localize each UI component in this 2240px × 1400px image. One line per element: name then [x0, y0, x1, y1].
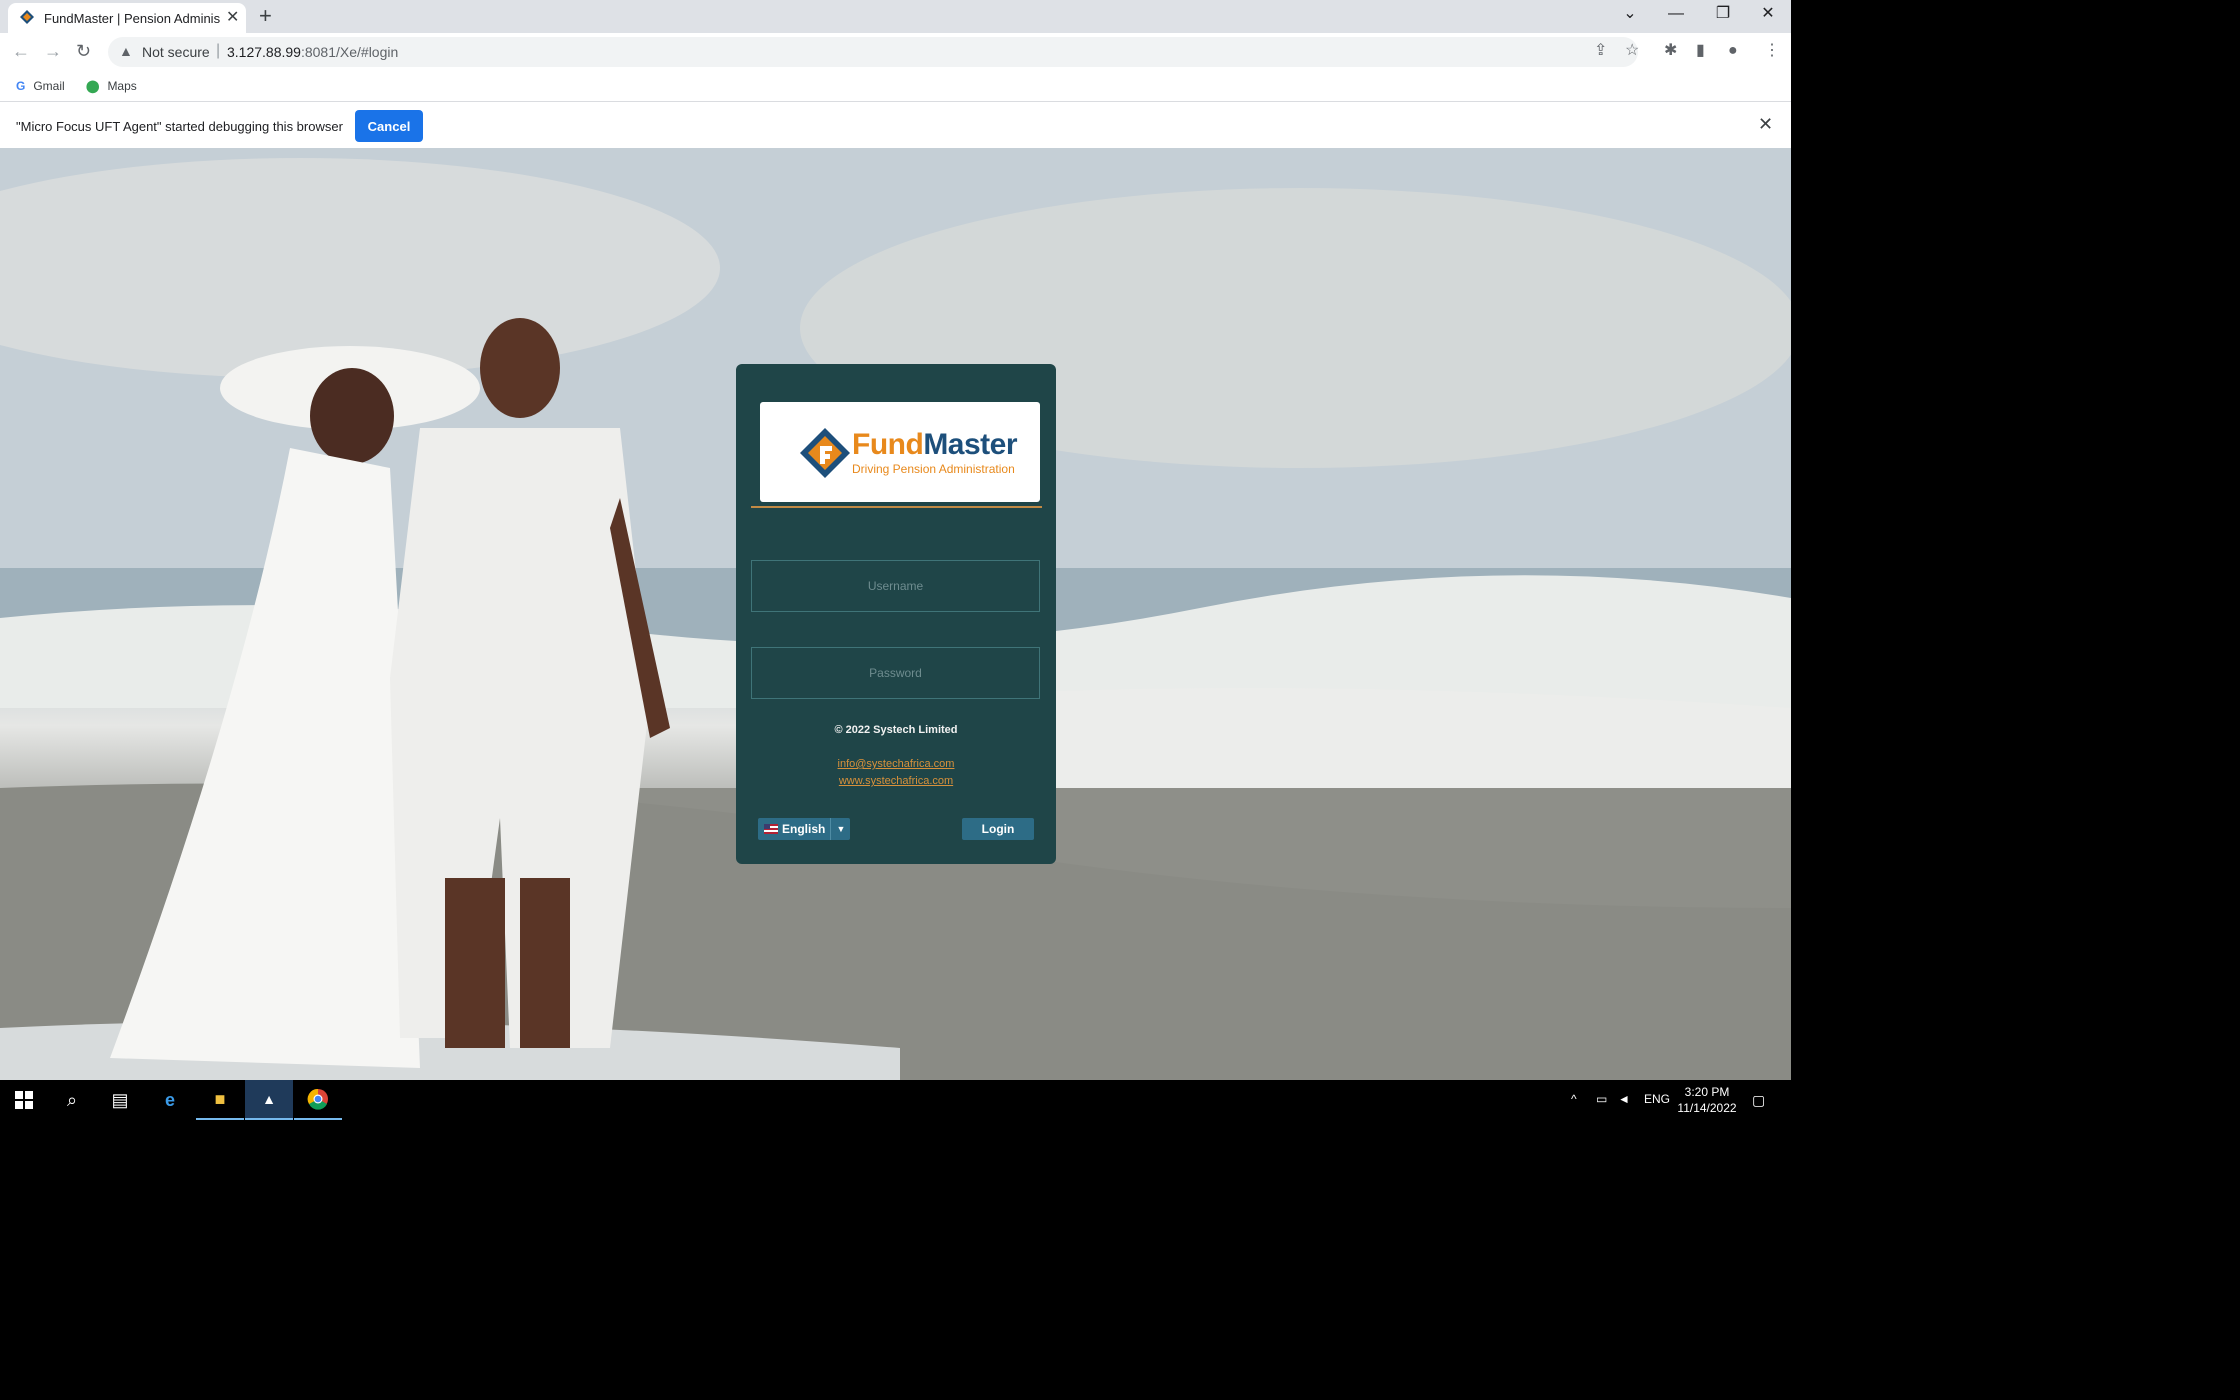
address-separator: | [216, 42, 221, 59]
language-select[interactable]: English ▼ [758, 818, 850, 840]
notifications-icon[interactable]: ▢ [1752, 1092, 1765, 1109]
restore-icon[interactable]: ❐ [1711, 4, 1735, 24]
login-button[interactable]: Login [962, 818, 1034, 840]
bookmark-label: Maps [107, 79, 137, 93]
address-bar[interactable]: ▲ Not secure | 3.127.88.99:8081/Xe/#logi… [108, 37, 1638, 67]
logo-word-fund: Fund [852, 428, 924, 461]
forward-icon[interactable]: → [44, 40, 62, 62]
volume-icon[interactable]: ◄ [1618, 1092, 1630, 1106]
windows-logo-icon [15, 1091, 33, 1109]
app-icon[interactable]: ▲ [245, 1080, 293, 1120]
back-icon[interactable]: ← [12, 40, 30, 62]
clock-date: 11/14/2022 [1677, 1101, 1737, 1115]
chrome-logo [307, 1088, 328, 1110]
url-path: :8081/Xe/#login [300, 44, 399, 60]
copyright-text: © 2022 Systech Limited [834, 724, 958, 736]
warning-icon: ▲ [119, 43, 133, 59]
bookmark-star-icon[interactable]: ☆ [1625, 42, 1639, 60]
fundmaster-logo: FundMaster Driving Pension Administratio… [760, 402, 1040, 502]
chevron-down-icon[interactable]: ▼ [830, 818, 851, 840]
maps-pin-icon: ⬤ [86, 79, 100, 93]
website-link[interactable]: www.systechafrica.com [736, 775, 1056, 787]
menu-icon[interactable]: ⋮ [1764, 42, 1780, 60]
windows-taskbar: ⌕ ▤ e ■ ▲ ^ ▭ ◄ ENG 3:20 PM 11/14/2022 ▢ [0, 1080, 1791, 1120]
tab-close-icon[interactable]: ✕ [226, 9, 239, 27]
security-status: Not secure [142, 44, 210, 60]
network-icon[interactable]: ▭ [1596, 1092, 1607, 1106]
profile-icon[interactable]: ● [1728, 42, 1738, 60]
us-flag-icon [764, 824, 778, 834]
google-icon: G [16, 79, 26, 93]
logo-tagline: Driving Pension Administration [852, 462, 1015, 476]
system-clock[interactable]: 3:20 PM 11/14/2022 [1672, 1084, 1742, 1116]
share-icon[interactable]: ⇪ [1594, 42, 1607, 60]
bookmarks-bar: G Gmail ⬤ Maps [0, 71, 1791, 102]
fundmaster-logo-icon [800, 428, 850, 478]
logo-title: FundMaster [852, 428, 1018, 462]
clock-time: 3:20 PM [1684, 1085, 1730, 1099]
side-panel-icon[interactable]: ▮ [1696, 42, 1705, 60]
cancel-debugging-button[interactable]: Cancel [355, 110, 423, 142]
username-input[interactable] [751, 560, 1040, 612]
login-card: FundMaster Driving Pension Administratio… [736, 364, 1056, 864]
login-page: FundMaster Driving Pension Administratio… [0, 148, 1791, 1080]
tab-search-icon[interactable]: ⌄ [1618, 4, 1642, 24]
chrome-icon[interactable] [294, 1080, 342, 1120]
extensions-icon[interactable]: ✱ [1664, 42, 1677, 60]
infobar-close-icon[interactable]: ✕ [1758, 114, 1773, 135]
bookmark-maps[interactable]: ⬤ Maps [86, 79, 137, 93]
bookmark-label: Gmail [33, 79, 65, 93]
browser-tab-fundmaster[interactable]: FundMaster | Pension Administra ✕ [8, 3, 246, 33]
task-view-icon[interactable]: ▤ [96, 1080, 144, 1120]
logo-word-master: Master [923, 428, 1018, 461]
internet-explorer-icon[interactable]: e [146, 1080, 194, 1120]
reload-icon[interactable]: ↻ [76, 40, 91, 62]
window-close-icon[interactable]: ✕ [1756, 4, 1780, 24]
couple-photo-image [110, 318, 670, 1068]
search-icon[interactable]: ⌕ [48, 1080, 96, 1120]
minimize-icon[interactable]: — [1664, 4, 1688, 24]
screen: FundMaster | Pension Administra ✕ + ⌄ — … [0, 0, 1791, 1120]
password-input[interactable] [751, 647, 1040, 699]
divider [751, 506, 1042, 508]
language-label: English [782, 822, 826, 836]
file-explorer-icon[interactable]: ■ [196, 1080, 244, 1120]
url-text: 3.127.88.99:8081/Xe/#login [227, 44, 398, 60]
input-language[interactable]: ENG [1644, 1092, 1670, 1106]
fundmaster-favicon-icon [20, 10, 34, 24]
debugging-infobar: "Micro Focus UFT Agent" started debuggin… [0, 102, 1791, 149]
browser-toolbar: ← → ↻ ▲ Not secure | 3.127.88.99:8081/Xe… [0, 33, 1791, 71]
bookmark-gmail[interactable]: G Gmail [16, 79, 65, 93]
tray-overflow-icon[interactable]: ^ [1571, 1092, 1577, 1106]
start-button[interactable] [0, 1080, 48, 1120]
browser-tab-strip: FundMaster | Pension Administra ✕ + ⌄ — … [0, 0, 1791, 33]
new-tab-icon[interactable]: + [259, 3, 272, 29]
infobar-message: "Micro Focus UFT Agent" started debuggin… [16, 119, 343, 134]
email-link[interactable]: info@systechafrica.com [736, 758, 1056, 770]
url-host: 3.127.88.99 [227, 44, 301, 60]
tab-title: FundMaster | Pension Administra [44, 11, 220, 26]
